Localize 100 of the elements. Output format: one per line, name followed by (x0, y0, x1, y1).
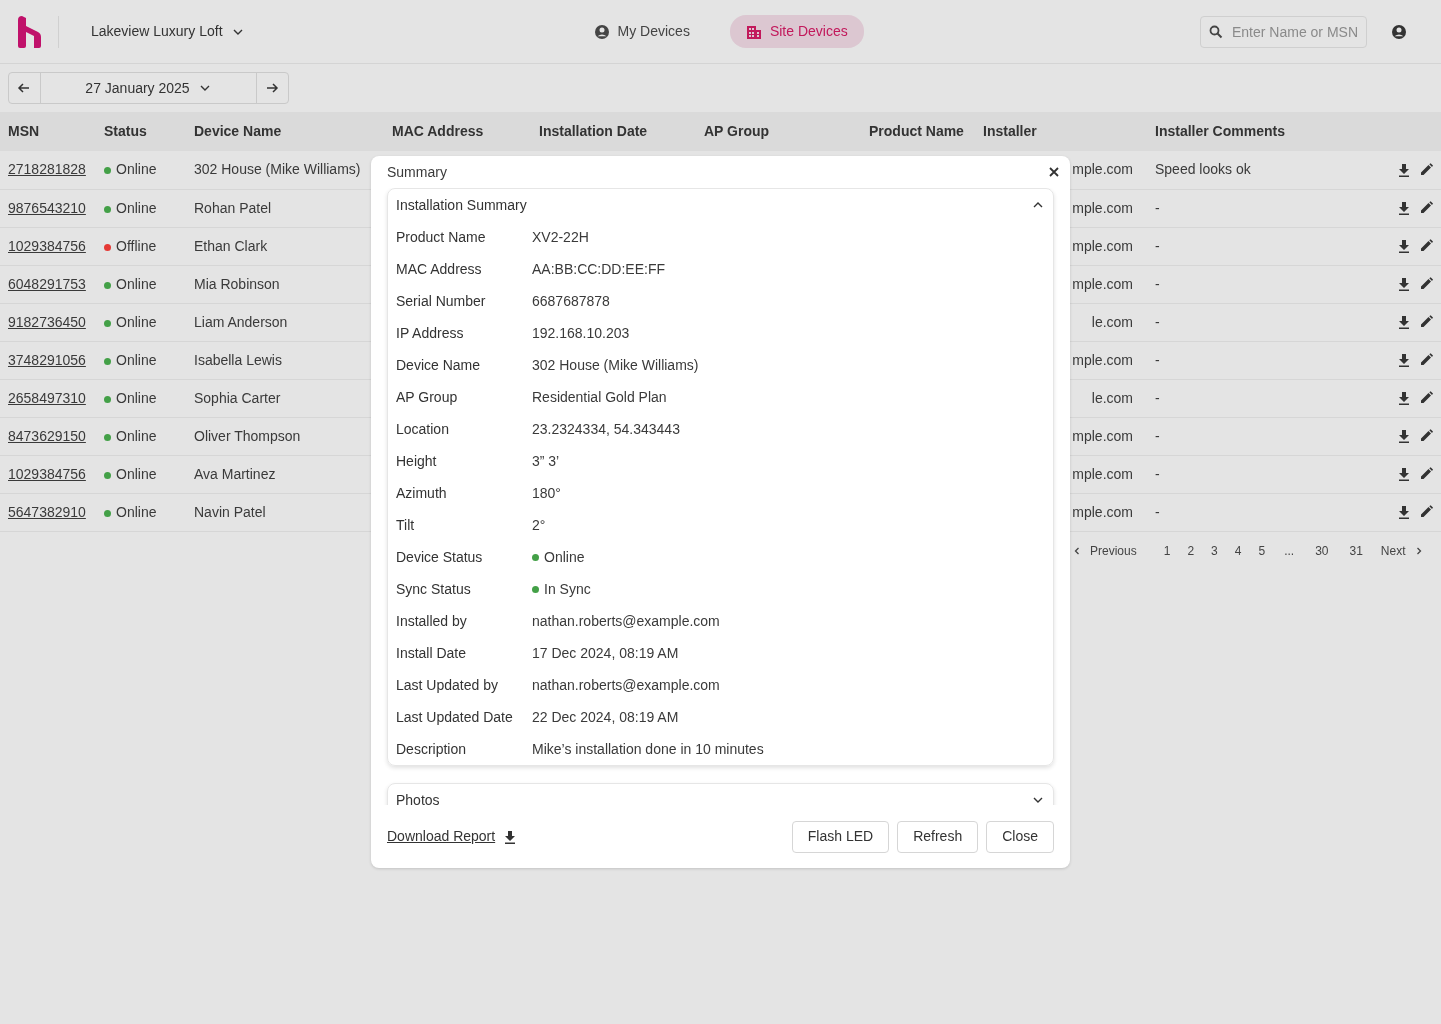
dialog-button[interactable]: Refresh (897, 820, 979, 853)
msn-link[interactable]: 9182736450 (8, 313, 86, 330)
accordion-title[interactable]: Installation Summary (396, 194, 527, 216)
modal-title: Summary (387, 162, 447, 182)
column-header: Status (96, 112, 186, 151)
pencil-icon[interactable] (1419, 239, 1433, 253)
field-value: 2° (532, 515, 546, 535)
page-link[interactable]: 4 (1226, 541, 1250, 560)
field-value: 22 Dec 2024, 08:19 AM (532, 707, 679, 727)
column-header: Installation Date (531, 112, 696, 151)
column-header: Installer (975, 112, 1147, 151)
field-label: Height (396, 451, 438, 471)
site-dropdown[interactable]: Lakeview Luxury Loft (75, 15, 261, 48)
download-icon[interactable] (1397, 201, 1411, 215)
field-label: Tilt (396, 515, 416, 535)
search-icon (1209, 24, 1223, 39)
status-text: Online (116, 275, 157, 292)
field-value: 192.168.10.203 (532, 323, 630, 343)
field-value: 6687687878 (532, 291, 610, 311)
page-link[interactable]: 3 (1203, 541, 1226, 560)
field-label: Installed by (396, 611, 468, 631)
column-header: Installer Comments (1147, 112, 1380, 151)
status-text: Online (116, 199, 157, 216)
page-link[interactable]: 31 (1339, 541, 1373, 560)
download-icon[interactable] (1397, 315, 1411, 329)
status-text: Offline (116, 237, 157, 254)
pencil-icon[interactable] (1419, 429, 1433, 443)
table-cell: - (1147, 341, 1380, 379)
next-page-link[interactable]: Next (1372, 541, 1432, 560)
download-icon[interactable] (1397, 239, 1411, 253)
account-icon (593, 23, 610, 40)
dialog-button[interactable]: Flash LED (791, 820, 890, 853)
field-value: 302 House (Mike Williams) (532, 355, 699, 375)
msn-link[interactable]: 3748291056 (8, 351, 86, 368)
download-icon[interactable] (1397, 391, 1411, 405)
field-label: Last Updated by (396, 675, 499, 695)
pencil-icon[interactable] (1419, 353, 1433, 367)
field-value: AA:BB:CC:DD:EE:FF (532, 259, 666, 279)
msn-link[interactable]: 1029384756 (8, 237, 86, 254)
status-text: Online (116, 313, 157, 330)
page-link[interactable]: 2 (1179, 541, 1203, 560)
pencil-icon[interactable] (1419, 467, 1433, 481)
account-icon[interactable] (1391, 23, 1407, 40)
field-value: Online (544, 547, 585, 567)
msn-link[interactable]: 6048291753 (8, 275, 86, 292)
download-icon[interactable] (1397, 429, 1411, 443)
nav-tab[interactable]: My Devices (577, 15, 706, 48)
table-cell: - (1147, 227, 1380, 265)
status-text: Online (116, 503, 157, 520)
field-label: Device Name (396, 355, 482, 375)
column-header: AP Group (696, 112, 861, 151)
table-cell: - (1147, 189, 1380, 227)
table-cell: - (1147, 455, 1380, 493)
previous-page-link[interactable]: Previous (1072, 541, 1145, 560)
field-label: Device Status (396, 547, 484, 567)
nav-tab[interactable]: Site Devices (729, 15, 864, 48)
pencil-icon[interactable] (1419, 277, 1433, 291)
msn-link[interactable]: 9876543210 (8, 199, 86, 216)
table-cell: - (1147, 417, 1380, 455)
table-cell: Speed looks ok (1147, 151, 1380, 189)
status-text: Online (116, 351, 157, 368)
search-field[interactable]: Enter Name or MSN (1200, 15, 1367, 48)
pencil-icon[interactable] (1419, 505, 1433, 519)
table-cell: - (1147, 379, 1380, 417)
field-value: XV2-22H (532, 227, 589, 247)
page-link[interactable]: ... (1274, 541, 1305, 560)
field-label: Serial Number (396, 291, 487, 311)
pencil-icon[interactable] (1419, 162, 1433, 177)
download-icon[interactable] (1397, 162, 1411, 177)
field-value: In Sync (544, 579, 591, 599)
close-icon[interactable] (1048, 166, 1060, 178)
msn-link[interactable]: 2658497310 (8, 389, 86, 406)
page-link[interactable]: 1 (1155, 541, 1179, 560)
msn-link[interactable]: 5647382910 (8, 503, 86, 520)
msn-link[interactable]: 8473629150 (8, 427, 86, 444)
field-value: Mike’s installation done in 10 minutes (532, 739, 764, 759)
chevron-left-icon (1072, 545, 1082, 556)
field-value: nathan.roberts@example.com (532, 675, 720, 695)
download-icon (503, 829, 518, 844)
msn-link[interactable]: 1029384756 (8, 465, 86, 482)
page-link[interactable]: 30 (1305, 541, 1339, 560)
msn-link[interactable]: 2718281828 (8, 161, 86, 178)
pencil-icon[interactable] (1419, 315, 1433, 329)
dialog-button[interactable]: Close (986, 820, 1054, 853)
accordion-title[interactable]: Photos (396, 789, 440, 805)
status-text: Online (116, 427, 157, 444)
download-icon[interactable] (1397, 353, 1411, 367)
field-label: Location (396, 419, 450, 439)
status-text: Online (116, 465, 157, 482)
page-link[interactable]: 5 (1250, 541, 1274, 560)
arrow-right-icon (265, 81, 279, 95)
logo-icon[interactable] (16, 15, 42, 48)
download-report-link[interactable]: Download Report (387, 826, 518, 847)
download-icon[interactable] (1397, 505, 1411, 519)
column-header: MAC Address (384, 112, 531, 151)
download-icon[interactable] (1397, 277, 1411, 291)
pencil-icon[interactable] (1419, 201, 1433, 215)
download-icon[interactable] (1397, 467, 1411, 481)
pencil-icon[interactable] (1419, 391, 1433, 405)
field-value: 23.2324334, 54.343443 (532, 419, 680, 439)
